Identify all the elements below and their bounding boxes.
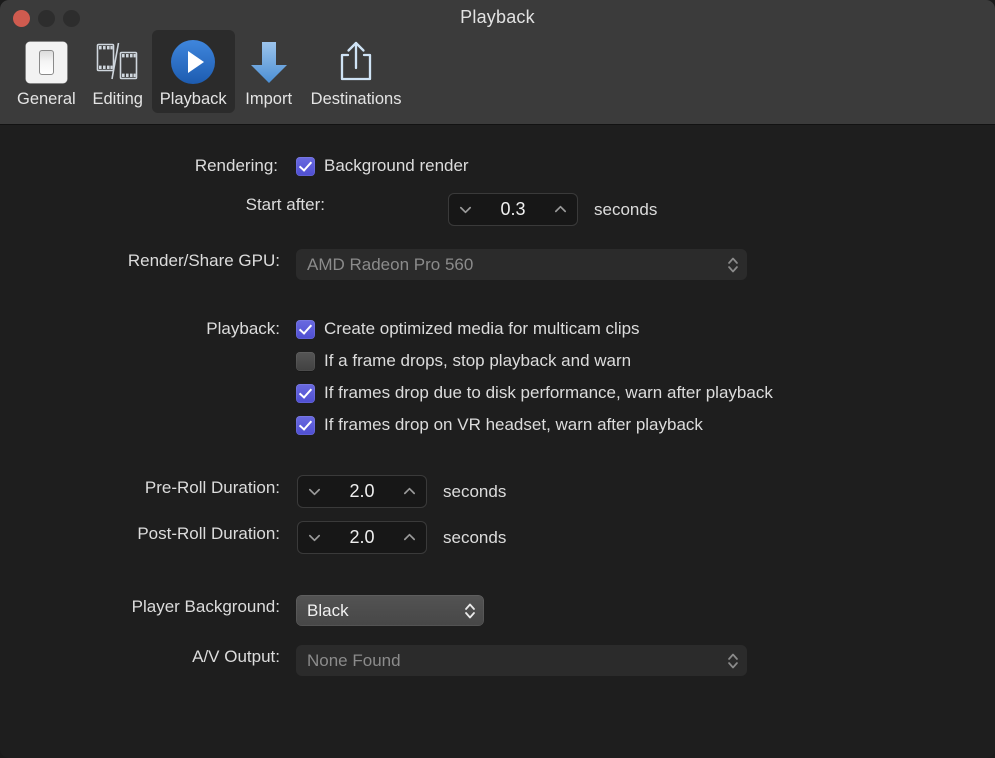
rendering-label: Rendering: xyxy=(195,156,278,176)
background-render-label: Background render xyxy=(324,156,469,176)
frame-drop-stop-label: If a frame drops, stop playback and warn xyxy=(324,351,631,371)
rendering-label-group: Rendering: xyxy=(168,156,278,176)
frame-drop-stop-checkbox[interactable] xyxy=(296,352,315,371)
render-share-gpu-popup[interactable]: AMD Radeon Pro 560 xyxy=(296,249,747,280)
post-roll-unit: seconds xyxy=(443,528,506,548)
general-toggle-icon xyxy=(26,36,67,88)
chevron-down-icon[interactable] xyxy=(307,484,322,499)
tab-playback-label: Playback xyxy=(160,90,227,109)
chevron-up-icon[interactable] xyxy=(402,530,417,545)
share-export-icon xyxy=(332,36,380,88)
av-output-popup[interactable]: None Found xyxy=(296,645,747,676)
player-background-label: Player Background: xyxy=(132,597,280,617)
player-background-label-group: Player Background: xyxy=(70,597,280,617)
tab-editing-label: Editing xyxy=(92,90,142,109)
tab-editing[interactable]: Editing xyxy=(84,30,152,113)
tab-general[interactable]: General xyxy=(9,30,84,113)
av-output-label-group: A/V Output: xyxy=(100,647,280,667)
tab-playback[interactable]: Playback xyxy=(152,30,235,113)
pre-roll-value: 2.0 xyxy=(322,481,402,502)
disk-performance-warn-checkbox[interactable] xyxy=(296,384,315,403)
vr-headset-warn-label: If frames drop on VR headset, warn after… xyxy=(324,415,703,435)
tab-import-label: Import xyxy=(245,90,292,109)
start-after-label-group: Start after: xyxy=(200,195,325,215)
player-background-popup[interactable]: Black xyxy=(296,595,484,626)
optimized-multicam-label: Create optimized media for multicam clip… xyxy=(324,319,640,339)
pre-roll-unit: seconds xyxy=(443,482,506,502)
post-roll-stepper[interactable]: 2.0 xyxy=(297,521,427,554)
playback-option-2[interactable]: If frames drop due to disk performance, … xyxy=(296,383,773,403)
start-after-unit: seconds xyxy=(594,200,657,220)
start-after-control-group: 0.3 seconds xyxy=(448,193,657,226)
chevron-up-down-icon xyxy=(725,650,741,672)
tab-import[interactable]: Import xyxy=(235,30,303,113)
tab-destinations-label: Destinations xyxy=(311,90,402,109)
render-share-gpu-label: Render/Share GPU: xyxy=(128,251,280,271)
preferences-content: Rendering: Background render Start after… xyxy=(0,125,995,758)
chevron-up-icon[interactable] xyxy=(553,202,568,217)
background-render-checkbox-row[interactable]: Background render xyxy=(296,156,469,176)
start-after-stepper[interactable]: 0.3 xyxy=(448,193,578,226)
post-roll-label: Post-Roll Duration: xyxy=(137,524,280,544)
page-title: Playback xyxy=(0,7,995,28)
pre-roll-stepper[interactable]: 2.0 xyxy=(297,475,427,508)
disk-performance-warn-label: If frames drop due to disk performance, … xyxy=(324,383,773,403)
preferences-window: Playback General xyxy=(0,0,995,758)
download-arrow-icon xyxy=(245,36,293,88)
post-roll-label-group: Post-Roll Duration: xyxy=(80,524,280,544)
background-render-checkbox[interactable] xyxy=(296,157,315,176)
chevron-up-down-icon xyxy=(725,254,741,276)
start-after-label: Start after: xyxy=(246,195,325,215)
playback-label: Playback: xyxy=(206,319,280,339)
chevron-up-icon[interactable] xyxy=(402,484,417,499)
window-titlebar: Playback General xyxy=(0,0,995,125)
player-background-value: Black xyxy=(307,601,349,621)
tab-destinations[interactable]: Destinations xyxy=(303,30,410,113)
player-background-control-group: Black xyxy=(296,595,484,626)
chevron-up-down-icon xyxy=(462,600,478,622)
play-circle-icon xyxy=(168,36,218,88)
vr-headset-warn-checkbox[interactable] xyxy=(296,416,315,435)
pre-roll-label: Pre-Roll Duration: xyxy=(145,478,280,498)
playback-option-0[interactable]: Create optimized media for multicam clip… xyxy=(296,319,640,339)
playback-option-3[interactable]: If frames drop on VR headset, warn after… xyxy=(296,415,703,435)
post-roll-value: 2.0 xyxy=(322,527,402,548)
optimized-multicam-checkbox[interactable] xyxy=(296,320,315,339)
filmstrip-icon xyxy=(94,36,142,88)
chevron-down-icon[interactable] xyxy=(458,202,473,217)
av-output-label: A/V Output: xyxy=(192,647,280,667)
start-after-value: 0.3 xyxy=(473,199,553,220)
playback-label-group: Playback: xyxy=(160,319,280,339)
render-share-gpu-value: AMD Radeon Pro 560 xyxy=(307,255,473,275)
tab-general-label: General xyxy=(17,90,76,109)
chevron-down-icon[interactable] xyxy=(307,530,322,545)
gpu-control-group: AMD Radeon Pro 560 xyxy=(296,249,747,280)
av-output-value: None Found xyxy=(307,651,401,671)
playback-option-1[interactable]: If a frame drops, stop playback and warn xyxy=(296,351,631,371)
preferences-toolbar: General xyxy=(9,30,409,113)
av-output-control-group: None Found xyxy=(296,645,747,676)
gpu-label-group: Render/Share GPU: xyxy=(66,251,280,271)
pre-roll-label-group: Pre-Roll Duration: xyxy=(80,478,280,498)
post-roll-control-group: 2.0 seconds xyxy=(297,521,506,554)
pre-roll-control-group: 2.0 seconds xyxy=(297,475,506,508)
